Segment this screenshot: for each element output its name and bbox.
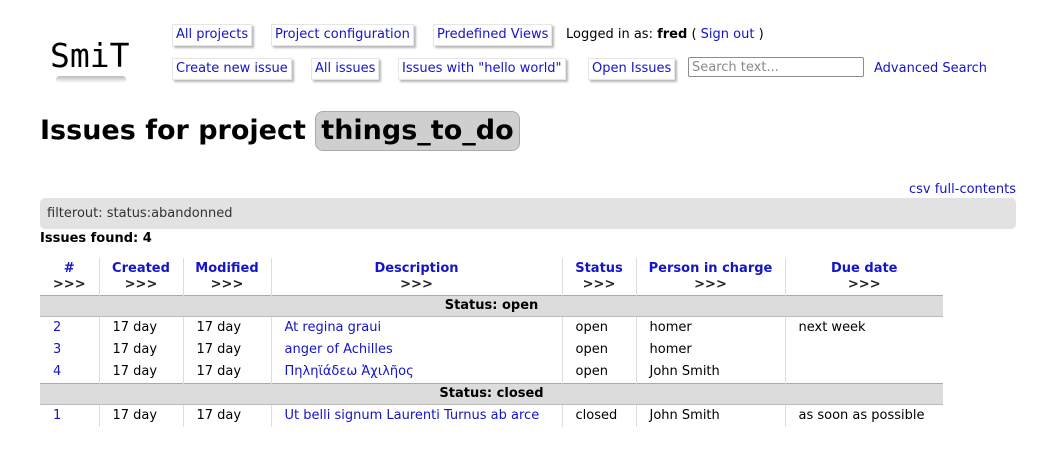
sort-by-created-link[interactable]: Created [112, 261, 170, 276]
paren-open: ( [691, 27, 697, 42]
open-issues-link[interactable]: Open Issues [588, 58, 676, 80]
sort-marker[interactable]: >>> [46, 277, 93, 293]
sort-marker[interactable]: >>> [569, 277, 630, 293]
csv-full-contents-link[interactable]: csv full-contents [909, 182, 1016, 197]
logo-text: SmiT [50, 36, 130, 75]
sort-by-id-link[interactable]: # [64, 261, 75, 276]
all-issues-link[interactable]: All issues [311, 58, 380, 80]
modified-cell: 17 day [182, 339, 271, 361]
sort-marker[interactable]: >>> [792, 277, 938, 293]
modified-cell: 17 day [182, 361, 271, 384]
created-cell: 17 day [98, 361, 183, 384]
created-cell: 17 day [98, 339, 183, 361]
issue-id-link[interactable]: 3 [53, 342, 61, 357]
issues-hello-world-link[interactable]: Issues with "hello world" [398, 58, 566, 80]
column-header-id: # >>> [40, 258, 99, 296]
paren-close: ) [758, 27, 764, 42]
sort-by-modified-link[interactable]: Modified [195, 261, 258, 276]
status-cell: open [561, 316, 636, 339]
column-header-description: Description >>> [270, 258, 562, 296]
all-projects-link[interactable]: All projects [172, 24, 253, 46]
login-status: Logged in as: fred ( Sign out ) [566, 25, 764, 45]
group-header-closed: Status: closed [40, 383, 943, 405]
table-header-row: # >>> Created >>> Modified >>> Description >… [40, 258, 943, 296]
advanced-search-link[interactable]: Advanced Search [874, 59, 987, 79]
created-cell: 17 day [98, 404, 183, 427]
due-date-cell: as soon as possible [784, 404, 943, 427]
due-date-cell [784, 361, 943, 384]
group-label: Status: closed [40, 383, 943, 405]
smit-logo: SmiT [50, 36, 154, 84]
status-cell: open [561, 361, 636, 384]
issue-description-link[interactable]: Πηληϊάδεω Ἀχιλῆος [285, 364, 414, 379]
person-cell: homer [635, 316, 785, 339]
issue-description-link[interactable]: At regina graui [285, 320, 382, 335]
column-header-created: Created >>> [98, 258, 183, 296]
column-header-due-date: Due date >>> [784, 258, 943, 296]
sort-by-description-link[interactable]: Description [374, 261, 458, 276]
group-label: Status: open [40, 295, 943, 317]
sort-marker[interactable]: >>> [190, 277, 265, 293]
issue-id-link[interactable]: 4 [53, 364, 61, 379]
status-cell: open [561, 339, 636, 361]
sort-by-status-link[interactable]: Status [575, 261, 623, 276]
due-date-cell: next week [784, 316, 943, 339]
column-header-person: Person in charge >>> [635, 258, 785, 296]
column-header-status: Status >>> [561, 258, 636, 296]
sort-marker[interactable]: >>> [106, 277, 177, 293]
status-cell: closed [561, 404, 636, 427]
project-name-badge: things_to_do [315, 111, 520, 151]
person-cell: John Smith [635, 361, 785, 384]
issues-table: # >>> Created >>> Modified >>> Description >… [40, 258, 943, 427]
page-title-prefix: Issues for project [40, 115, 306, 146]
create-new-issue-link[interactable]: Create new issue [172, 58, 292, 80]
sign-out-link[interactable]: Sign out [701, 27, 755, 42]
sort-by-due-date-link[interactable]: Due date [831, 261, 898, 276]
logged-in-label: Logged in as: [566, 27, 653, 42]
column-header-modified: Modified >>> [182, 258, 271, 296]
due-date-cell [784, 339, 943, 361]
issue-id-link[interactable]: 1 [53, 408, 61, 423]
table-row: 3 17 day 17 day anger of Achilles open h… [40, 339, 943, 361]
logo-shadow [56, 76, 126, 83]
table-row: 2 17 day 17 day At regina graui open hom… [40, 316, 943, 339]
table-row: 4 17 day 17 day Πηληϊάδεω Ἀχιλῆος open J… [40, 361, 943, 384]
modified-cell: 17 day [182, 316, 271, 339]
filter-bar: filterout: status:abandonned [40, 198, 1016, 229]
issue-description-link[interactable]: Ut belli signum Laurenti Turnus ab arce [285, 408, 540, 423]
modified-cell: 17 day [182, 404, 271, 427]
sort-by-person-link[interactable]: Person in charge [649, 261, 773, 276]
username: fred [657, 27, 688, 42]
page-title: Issues for project things_to_do [40, 104, 520, 158]
issue-description-link[interactable]: anger of Achilles [285, 342, 393, 357]
sort-marker[interactable]: >>> [643, 277, 779, 293]
table-row: 1 17 day 17 day Ut belli signum Laurenti… [40, 404, 943, 427]
sort-marker[interactable]: >>> [278, 277, 556, 293]
person-cell: homer [635, 339, 785, 361]
predefined-views-link[interactable]: Predefined Views [433, 24, 553, 46]
search-input[interactable] [688, 57, 864, 77]
issues-found-count: Issues found: 4 [40, 231, 152, 246]
project-configuration-link[interactable]: Project configuration [271, 24, 414, 46]
created-cell: 17 day [98, 316, 183, 339]
issue-id-link[interactable]: 2 [53, 320, 61, 335]
group-header-open: Status: open [40, 295, 943, 317]
person-cell: John Smith [635, 404, 785, 427]
